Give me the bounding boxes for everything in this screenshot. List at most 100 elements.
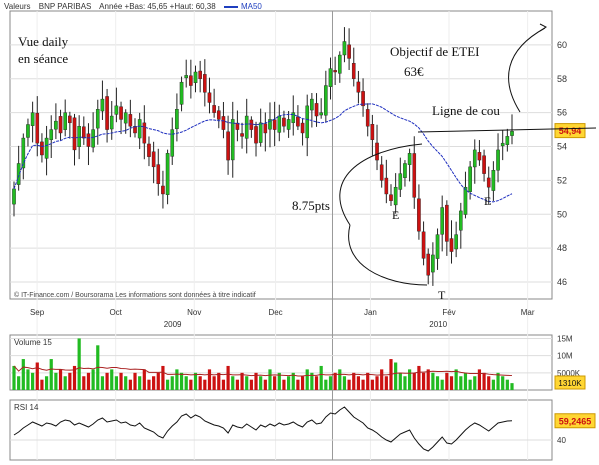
volume-bar: [58, 369, 63, 390]
candle-body: [421, 231, 426, 259]
candle-body: [328, 68, 333, 87]
volume-bar: [249, 379, 253, 390]
candle-body: [35, 112, 40, 144]
stock-chart-svg: 46 48 50 52 54 56 58 60 Sep Oct Nov Dec Jan Fév Mar 200…: [9, 10, 597, 461]
volume-bar: [361, 379, 365, 390]
candle-body: [500, 142, 505, 147]
volume-bar: [198, 376, 202, 390]
candle-body: [230, 119, 235, 161]
candle-body: [468, 166, 472, 192]
year-label: 2010: [429, 320, 447, 329]
annotation-neckline-label: Ligne de cou: [432, 103, 500, 118]
volume-bar: [445, 372, 449, 390]
candle-body: [440, 207, 444, 235]
candle-body: [472, 149, 477, 168]
volume-bar: [91, 369, 95, 390]
candle-body: [58, 116, 63, 134]
rsi-tick-label: 40: [557, 436, 566, 445]
volume-bar: [263, 379, 267, 390]
volume-bar: [435, 376, 440, 390]
volume-bar: [487, 376, 491, 390]
volume-bar: [338, 369, 342, 390]
volume-bar: [421, 372, 426, 390]
volume-bar: [147, 379, 151, 390]
candle-body: [310, 98, 314, 111]
volume-bar: [245, 376, 249, 390]
volume-bar: [189, 379, 193, 390]
rsi-last-label: 59,2465: [559, 416, 592, 426]
candle-body: [454, 234, 458, 250]
candle-body: [389, 194, 393, 201]
candle-body: [356, 81, 361, 93]
volume-bar: [77, 338, 81, 390]
candle-body: [156, 164, 161, 185]
volume-bar: [403, 376, 407, 390]
candle-body: [486, 177, 491, 188]
candle-body: [151, 151, 156, 168]
candle-body: [482, 155, 486, 174]
candle-body: [161, 185, 165, 195]
volume-bar: [501, 376, 505, 390]
volume-bar: [142, 369, 146, 390]
volume-bar: [17, 376, 21, 390]
volume-bar: [324, 379, 328, 390]
volume-bar: [491, 379, 495, 390]
price-tick-label: 60: [557, 40, 567, 50]
candle-body: [296, 116, 300, 127]
price-tick-label: 56: [557, 108, 567, 118]
volume-bar: [286, 376, 291, 390]
volume-bar: [133, 372, 137, 390]
candle-body: [435, 234, 440, 259]
candle-body: [119, 106, 123, 120]
volume-bar: [273, 376, 277, 390]
candle-body: [375, 142, 379, 161]
volume-bar: [482, 372, 486, 390]
candle-body: [240, 133, 244, 137]
volume-bar: [124, 376, 128, 390]
volume-bar: [21, 359, 25, 390]
candle-body: [207, 92, 212, 103]
volume-bar: [179, 372, 184, 390]
volume-bar: [128, 379, 132, 390]
annotation-pattern-height: 8.75pts: [292, 198, 330, 213]
candle-body: [82, 126, 86, 139]
candle-body: [445, 204, 449, 242]
candle-body: [431, 254, 435, 273]
candle-body: [305, 105, 310, 139]
candle-body: [244, 115, 249, 139]
volume-bar: [431, 372, 435, 390]
candle-body: [221, 116, 226, 130]
volume-bar: [114, 376, 118, 390]
candle-body: [95, 109, 100, 129]
volume-bar: [454, 369, 458, 390]
candle-body: [72, 117, 77, 151]
volume-tick-label: 15M: [557, 334, 573, 343]
volume-bar: [505, 379, 509, 390]
candle-body: [496, 149, 500, 171]
candle-body: [254, 126, 258, 144]
candle-body: [286, 119, 291, 130]
volume-bar: [100, 376, 105, 390]
volume-bar: [300, 376, 305, 390]
month-label: Fév: [442, 308, 455, 317]
annotation-vue-daily: Vue daily: [18, 34, 69, 49]
candle-body: [128, 114, 133, 127]
annotation-target-price: 63€: [404, 64, 424, 79]
volume-bar: [86, 372, 91, 390]
candle-body: [351, 63, 356, 79]
price-tick-label: 46: [557, 277, 567, 287]
price-tick-label: 58: [557, 74, 567, 84]
candle-body: [263, 123, 268, 134]
candle-body: [314, 103, 319, 117]
volume-bar: [165, 379, 170, 390]
candle-body: [68, 115, 72, 124]
candle-body: [184, 75, 189, 79]
candle-body: [347, 44, 351, 59]
candle-body: [123, 112, 128, 124]
candle-body: [412, 153, 417, 198]
volume-bar: [459, 376, 463, 390]
volume-bar: [193, 372, 198, 390]
volume-bar: [212, 376, 216, 390]
chart-stage: Valeurs BNP PARIBAS Année +Bas: 45,65 +H…: [0, 0, 599, 465]
candle-body: [142, 122, 147, 144]
